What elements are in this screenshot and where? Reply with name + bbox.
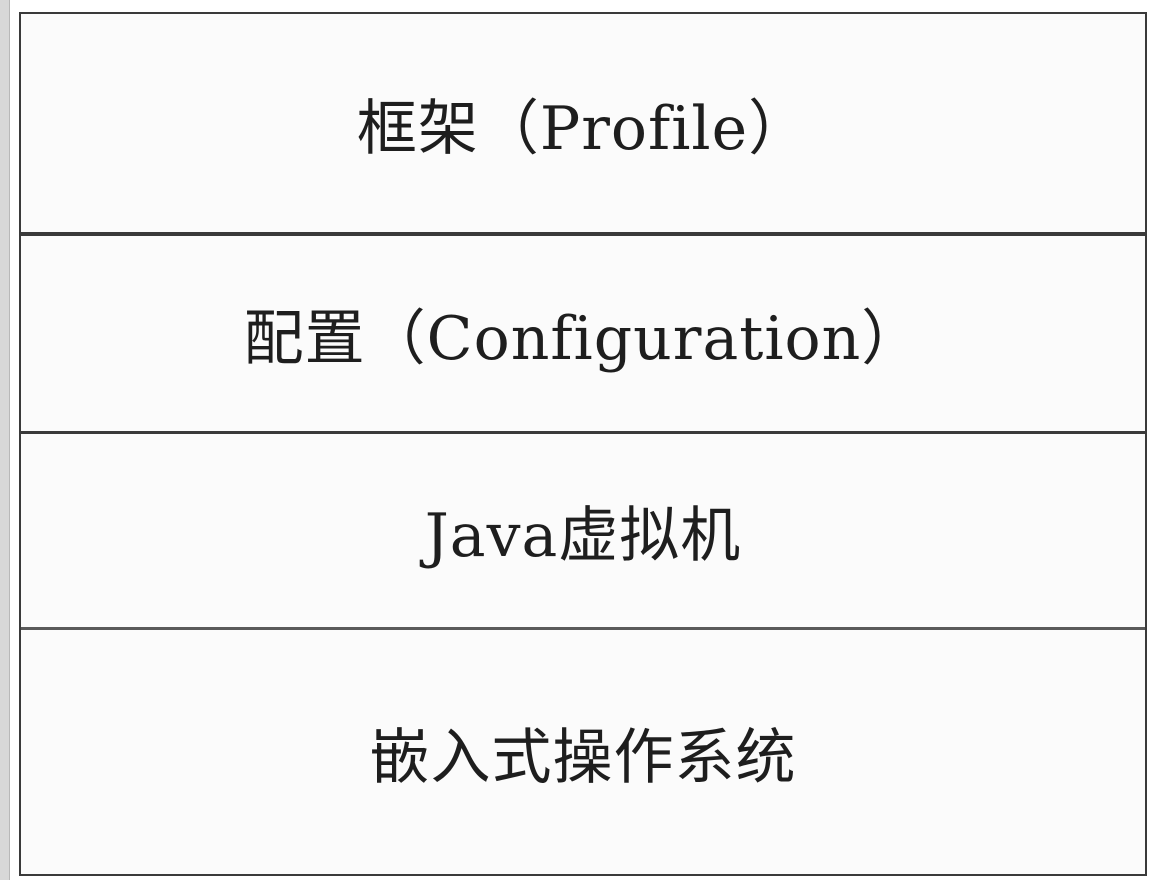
layer-configuration: 配置（Configuration）: [21, 236, 1145, 434]
layer-profile: 框架（Profile）: [21, 14, 1145, 236]
left-edge-strip: [0, 0, 10, 880]
layer-embedded-os: 嵌入式操作系统: [369, 722, 797, 793]
layer-java-vm: Java虚拟机: [21, 434, 1145, 630]
layer-stack-diagram: 框架（Profile） 配置（Configuration） Java虚拟机 嵌入…: [19, 12, 1147, 876]
